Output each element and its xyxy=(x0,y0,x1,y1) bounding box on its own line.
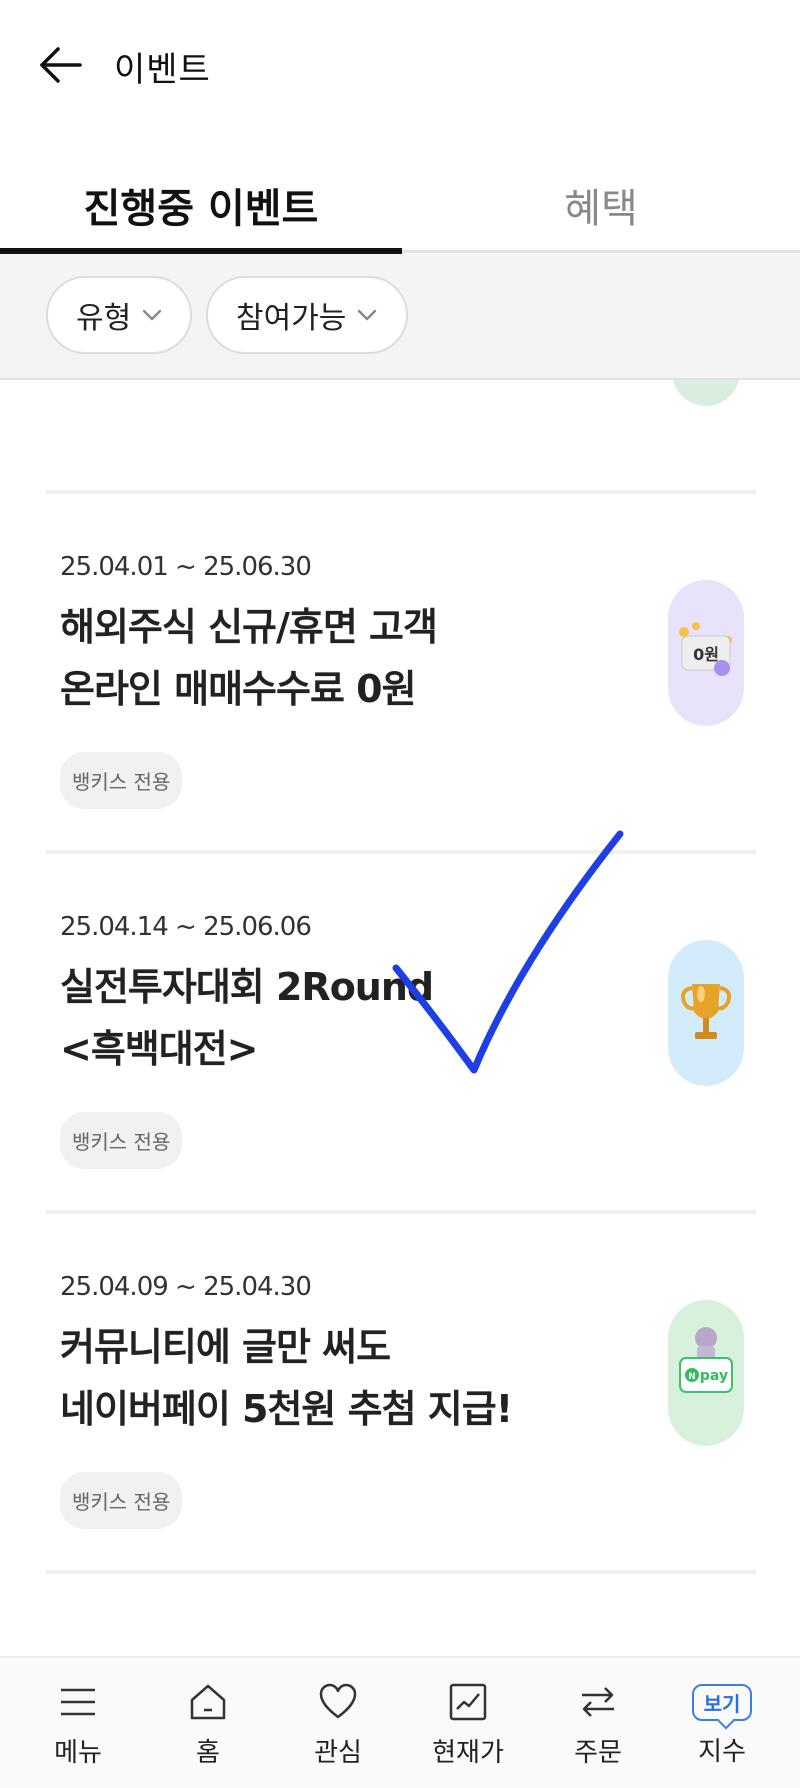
event-badge: 뱅키스 전용 xyxy=(60,1112,183,1169)
filter-available-dropdown[interactable]: 참여가능 xyxy=(206,276,408,354)
tab-benefits[interactable]: 혜택 xyxy=(402,160,800,250)
list-divider xyxy=(46,1210,756,1214)
event-thumbnail: N pay xyxy=(668,1300,744,1446)
nav-label: 홈 xyxy=(196,1738,220,1768)
home-icon xyxy=(190,1684,226,1720)
event-thumbnail: 0원 xyxy=(668,580,744,726)
nav-label: 메뉴 xyxy=(54,1738,102,1768)
bottom-navigation: 메뉴 홈 관심 현재가 주문 보기 지수 xyxy=(0,1656,800,1788)
zero-won-icon: 0원 xyxy=(679,622,732,676)
nav-index[interactable]: 보기 지수 xyxy=(672,1682,772,1782)
page-title: 이벤트 xyxy=(114,50,211,90)
menu-icon xyxy=(61,1688,95,1716)
header: 이벤트 xyxy=(0,0,800,130)
tab-ongoing-events[interactable]: 진행중 이벤트 xyxy=(0,160,402,250)
event-thumbnail xyxy=(668,940,744,1086)
arrow-left-icon xyxy=(40,47,82,83)
nav-order[interactable]: 주문 xyxy=(548,1682,648,1782)
nav-current-price[interactable]: 현재가 xyxy=(418,1682,518,1782)
svg-text:N: N xyxy=(688,1372,696,1382)
event-title: 커뮤니티에 글만 써도 네이버페이 5천원 추첨 지급! xyxy=(60,1316,580,1440)
naver-pay-icon: N pay xyxy=(679,1327,733,1393)
event-item[interactable]: 25.04.09 ~ 25.04.30 커뮤니티에 글만 써도 네이버페이 5천… xyxy=(0,1272,800,1632)
event-page: 이벤트 진행중 이벤트 혜택 유형 참여가능 25.04.01 ~ 25.06.… xyxy=(0,0,800,1788)
thumb-text: pay xyxy=(700,1368,728,1384)
filter-type-label: 유형 xyxy=(76,301,132,336)
filter-bar: 유형 참여가능 xyxy=(0,254,800,380)
event-title: 해외주식 신규/휴면 고객 온라인 매매수수료 0원 xyxy=(60,596,580,720)
filter-type-dropdown[interactable]: 유형 xyxy=(46,276,192,354)
event-title-line: 온라인 매매수수료 0원 xyxy=(60,667,417,711)
event-title-line: 커뮤니티에 글만 써도 xyxy=(60,1325,391,1369)
nav-favorites[interactable]: 관심 xyxy=(288,1682,388,1782)
chevron-down-icon xyxy=(358,309,377,321)
event-date: 25.04.14 ~ 25.06.06 xyxy=(60,912,312,942)
nav-label: 주문 xyxy=(574,1738,622,1768)
event-date: 25.04.01 ~ 25.06.30 xyxy=(60,552,312,582)
event-thumbnail-partial xyxy=(672,380,740,406)
nav-label: 현재가 xyxy=(432,1738,504,1768)
thumb-text: 0원 xyxy=(693,645,719,664)
event-title-line: 네이버페이 5천원 추첨 지급! xyxy=(60,1387,513,1431)
event-date: 25.04.09 ~ 25.04.30 xyxy=(60,1272,312,1302)
tab-bar: 진행중 이벤트 혜택 xyxy=(0,160,800,254)
event-badge: 뱅키스 전용 xyxy=(60,1472,183,1529)
event-title-line: 해외주식 신규/휴면 고객 xyxy=(60,605,438,649)
nav-menu[interactable]: 메뉴 xyxy=(28,1682,128,1782)
nav-label: 지수 xyxy=(698,1737,746,1767)
event-badge: 뱅키스 전용 xyxy=(60,752,183,809)
chevron-down-icon xyxy=(143,309,162,321)
trophy-icon xyxy=(681,984,731,1039)
view-badge: 보기 xyxy=(691,1684,753,1721)
chart-icon xyxy=(449,1683,487,1721)
nav-home[interactable]: 홈 xyxy=(158,1682,258,1782)
filter-available-label: 참여가능 xyxy=(236,301,347,336)
list-divider xyxy=(46,490,756,494)
checkmark-annotation xyxy=(392,830,624,1074)
list-divider xyxy=(46,1570,756,1574)
nav-label: 관심 xyxy=(314,1738,362,1768)
back-button[interactable] xyxy=(36,40,86,90)
swap-icon xyxy=(582,1687,614,1717)
heart-icon xyxy=(319,1683,357,1719)
tab-divider xyxy=(402,250,800,253)
